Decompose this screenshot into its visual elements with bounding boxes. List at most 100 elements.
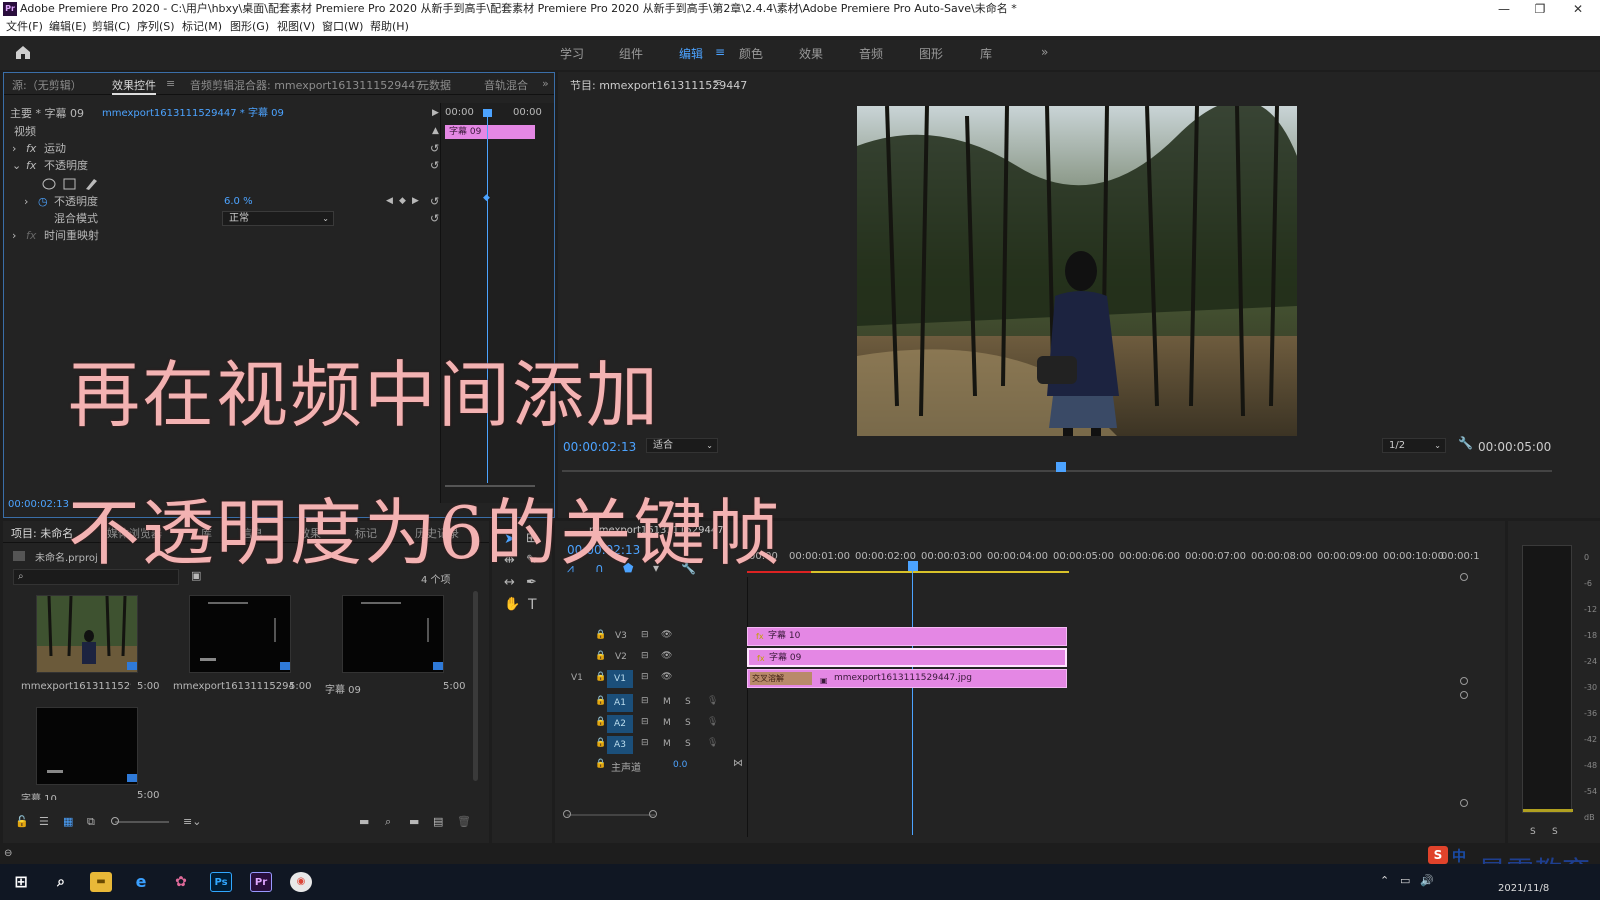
app-icon[interactable]: ✿ [170,872,192,892]
ime-logo-icon[interactable]: S [1428,846,1448,864]
track-target-a3[interactable]: A3 [607,736,633,754]
file-explorer-icon[interactable]: ▬ [90,872,112,892]
sequence-clip-label[interactable]: mmexport1613111529447 * 字幕 09 [102,105,284,122]
track-target-v1[interactable]: V1 [607,670,633,688]
sync-lock-icon[interactable]: ⊟ [641,696,649,706]
pen-mask-icon[interactable] [86,179,97,190]
sync-lock-icon[interactable]: ⊟ [641,672,649,682]
icon-view-icon[interactable]: ▦ [63,815,73,828]
expand-opacity-param-icon[interactable]: › [24,193,28,210]
new-bin-icon[interactable]: ▬ [409,815,419,828]
solo-left-button[interactable]: S [1530,827,1536,837]
master-clip-label[interactable]: 主要 * 字幕 09 [10,105,84,122]
lock-icon[interactable]: 🔒 [595,651,606,661]
mic-icon[interactable]: 🎙 [707,738,718,748]
project-item-thumbnail[interactable] [342,595,444,673]
close-button[interactable]: ✕ [1560,0,1596,18]
solo-button[interactable]: S [685,697,691,707]
eye-icon[interactable]: 👁 [661,630,672,640]
mic-icon[interactable]: 🎙 [707,717,718,727]
taskbar-date[interactable]: 2021/11/8 [1498,883,1549,894]
lock-icon[interactable]: 🔒 [595,696,606,706]
workspace-tab-effects[interactable]: 效果 [799,45,823,62]
freeform-view-icon[interactable]: ⧉ [87,815,95,829]
master-volume-value[interactable]: 0.0 [673,760,687,770]
menu-graphics[interactable]: 图形(G) [230,18,269,36]
program-timecode[interactable]: 00:00:02:13 [563,440,636,454]
go-to-in-out-icon[interactable]: ⋈ [733,758,743,769]
reset-param-icon[interactable]: ↺ [430,193,439,210]
menu-marker[interactable]: 标记(M) [182,18,222,36]
solo-right-button[interactable]: S [1552,827,1558,837]
reset-motion-icon[interactable]: ↺ [430,140,439,157]
expand-motion-icon[interactable]: › [12,140,16,157]
play-only-icon[interactable]: ▶ [432,105,439,122]
automate-icon[interactable]: ▬ [359,815,369,828]
panel-menu-icon[interactable]: ≡ [713,76,722,89]
menu-clip[interactable]: 剪辑(C) [92,18,130,36]
ellipse-mask-icon[interactable] [42,178,56,190]
collapse-icon[interactable]: ▲ [432,123,439,140]
reset-blend-icon[interactable]: ↺ [430,210,439,227]
vertical-zoom-handle[interactable] [1460,677,1468,685]
tab-audio-track-mixer[interactable]: 音轨混合 [484,77,528,93]
opacity-value-input[interactable]: 6.0 % [224,193,253,210]
timeline-clip-v1[interactable]: 交叉溶解 ▣ mmexport1613111529447.jpg [747,669,1067,688]
menu-sequence[interactable]: 序列(S) [137,18,175,36]
scroll-handle-left[interactable] [563,810,571,818]
timeline-horizontal-scroll[interactable] [567,814,655,816]
edge-browser-icon[interactable]: e [130,872,152,892]
timeline-clip-v3[interactable]: fx 字幕 10 [747,627,1067,646]
volume-icon[interactable]: 🔊 [1420,874,1434,887]
windows-start-icon[interactable]: ⊞ [10,872,32,892]
keyframe-icon[interactable]: ◆ [483,193,490,203]
panel-overflow-icon[interactable]: » [542,77,549,90]
vertical-zoom-handle[interactable] [1460,691,1468,699]
menu-window[interactable]: 窗口(W) [322,18,363,36]
sync-lock-icon[interactable]: ⊟ [641,717,649,727]
fx-motion-label[interactable]: 运动 [44,140,66,157]
workspace-tab-assembly[interactable]: 组件 [619,45,643,62]
lock-icon[interactable]: 🔒 [595,630,606,640]
find-icon[interactable]: ⌕ [385,815,391,829]
project-item-thumbnail[interactable] [36,707,138,785]
mini-playhead-handle[interactable] [483,109,492,117]
tab-audio-clip-mixer[interactable]: 音频剪辑混合器: mmexport1613111529447 [190,77,422,93]
track-target-a1[interactable]: A1 [607,694,633,712]
tab-metadata[interactable]: 元数据 [418,77,451,93]
list-view-icon[interactable]: ☰ [39,815,49,828]
timeline-ruler[interactable]: 00:00 00:00:01:00 00:00:02:00 00:00:03:0… [747,547,1480,577]
resolution-select[interactable]: 1/2 ⌄ [1382,438,1446,453]
more-workspaces-icon[interactable]: » [1041,45,1048,59]
sort-icon[interactable]: ≡⌄ [183,815,201,828]
mute-button[interactable]: M [663,697,671,707]
timeline-clip-v2[interactable]: fx 字幕 09 [747,648,1067,667]
project-scrollbar[interactable] [473,591,478,781]
eye-icon[interactable]: 👁 [661,672,672,682]
project-item-thumbnail[interactable] [36,595,138,673]
blend-mode-select[interactable]: 正常 ⌄ [222,211,334,226]
timeline-playhead[interactable] [912,569,913,835]
sync-lock-icon[interactable]: ⊟ [641,651,649,661]
workspace-tab-color[interactable]: 颜色 [739,45,763,62]
new-item-icon[interactable]: ▤ [433,815,443,828]
workspace-tab-learn[interactable]: 学习 [560,45,584,62]
photoshop-icon[interactable]: Ps [210,872,232,892]
menu-view[interactable]: 视图(V) [277,18,315,36]
wrench-icon[interactable]: 🔧 [1458,436,1473,450]
program-playhead[interactable] [1056,462,1066,472]
next-keyframe-icon[interactable]: ▶ [412,193,419,210]
eye-icon[interactable]: 👁 [661,651,672,661]
solo-button[interactable]: S [685,718,691,728]
prev-keyframe-icon[interactable]: ◀ [386,193,393,210]
menu-lines-icon[interactable]: ≡ [715,45,725,59]
workspace-tab-editing[interactable]: 编辑 [679,45,703,62]
sync-lock-icon[interactable]: ⊟ [641,738,649,748]
vertical-zoom-handle[interactable] [1460,573,1468,581]
premiere-icon[interactable]: Pr [250,872,272,892]
time-remap-label[interactable]: 时间重映射 [44,227,99,244]
hand-tool-icon[interactable]: ✋ [504,597,520,612]
tab-project[interactable]: 项目: 未命名 [11,525,73,541]
collapse-opacity-icon[interactable]: ⌄ [12,157,21,174]
search-icon[interactable]: ⌕ [50,872,72,892]
